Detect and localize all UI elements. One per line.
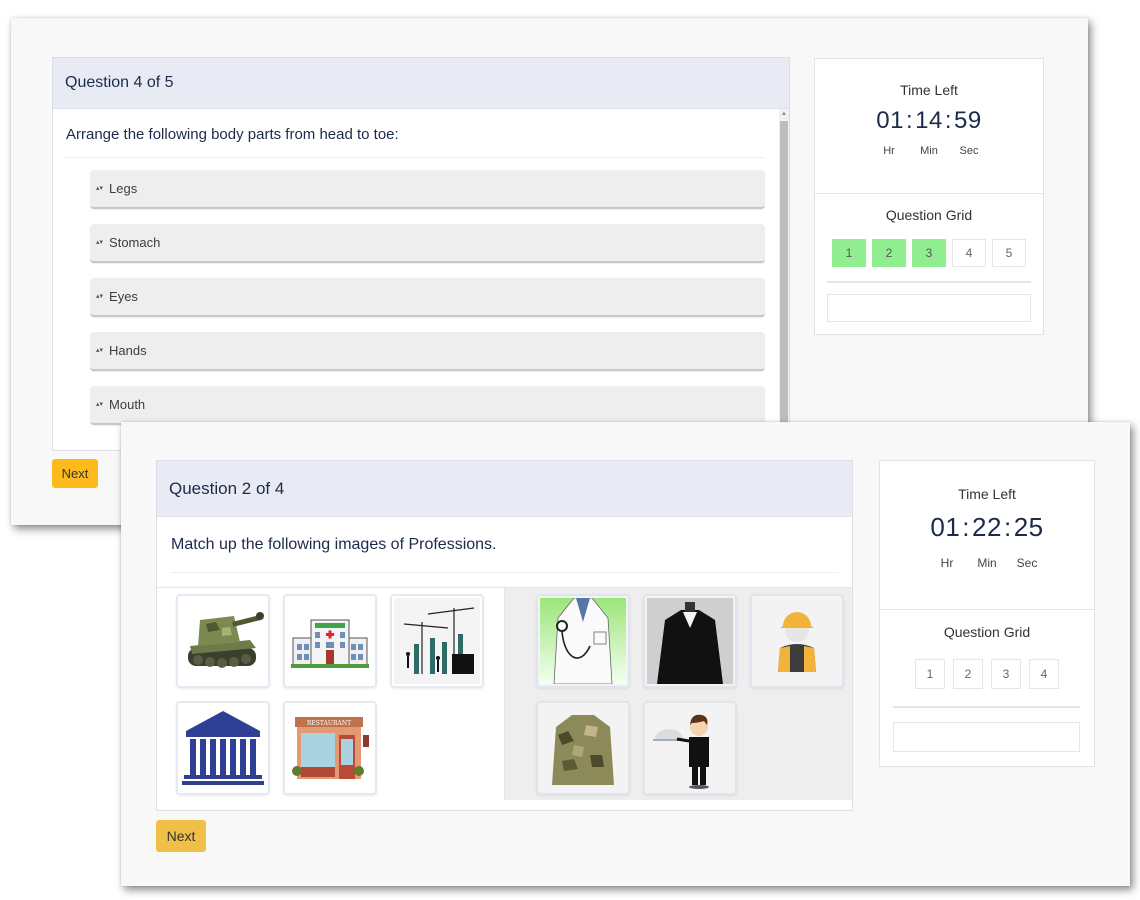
doctor-image[interactable] (536, 594, 630, 688)
timer-minutes: 22 (972, 512, 1002, 542)
question-grid-cell[interactable]: 3 (912, 239, 946, 267)
timer-hours: 01 (930, 512, 961, 542)
timer-seconds: 25 (1013, 512, 1044, 542)
divider (893, 706, 1080, 708)
timer-unit-seconds: Sec (1016, 556, 1038, 570)
timer-separator: : (962, 512, 971, 542)
match-right-column (505, 588, 852, 800)
sortable-item[interactable]: ▴▾ Stomach (90, 224, 765, 263)
question-grid-cells: 1234 (880, 659, 1094, 689)
construction-image[interactable] (390, 594, 484, 688)
timer-unit-minutes: Min (920, 145, 938, 157)
timer-separator: : (905, 107, 914, 134)
sort-handle-icon: ▴▾ (96, 239, 104, 246)
sortable-item[interactable]: ▴▾ Eyes (90, 278, 765, 317)
timer-digits: 01:14:59 (815, 107, 1043, 135)
restaurant-image[interactable]: RESTAURANT (283, 701, 377, 795)
next-button[interactable]: Next (156, 820, 206, 852)
courthouse-image[interactable] (176, 701, 270, 795)
side-panel: Time Left 01:14:59 Hr Min Sec Question G… (814, 58, 1044, 335)
lawyer-robe-icon (647, 598, 733, 684)
question-grid-cell[interactable]: 5 (992, 239, 1026, 267)
scroll-up-arrow-icon[interactable]: ▲ (779, 109, 789, 119)
tank-image[interactable] (176, 594, 270, 688)
waiter-icon (653, 714, 709, 789)
sortable-item[interactable]: ▴▾ Hands (90, 332, 765, 371)
construction-worker-image[interactable] (750, 594, 844, 688)
sortable-item[interactable]: ▴▾ Legs (90, 170, 765, 209)
quiz-window-matching: Question 2 of 4 Match up the following i… (121, 422, 1130, 886)
construction-worker-icon (778, 612, 816, 672)
question-text: Arrange the following body parts from he… (66, 126, 399, 143)
divider (827, 281, 1031, 283)
sortable-item-label: Stomach (109, 235, 161, 250)
question-grid-cell[interactable]: 4 (1029, 659, 1059, 689)
sort-handle-icon: ▴▾ (96, 401, 104, 408)
scrollbar[interactable]: ▲ (779, 109, 789, 450)
construction-icon (394, 598, 480, 684)
sortable-item-label: Hands (109, 343, 147, 358)
question-grid-input[interactable] (893, 722, 1080, 752)
sortable-item-label: Eyes (109, 289, 138, 304)
question-header: Question 4 of 5 (53, 58, 789, 109)
match-area: RESTAURANT (157, 587, 852, 800)
question-grid-cell[interactable]: 3 (991, 659, 1021, 689)
timer-unit-minutes: Min (977, 556, 997, 570)
question-grid: Question Grid 1234 (880, 610, 1094, 752)
sortable-item-label: Legs (109, 181, 138, 196)
military-jacket-image[interactable] (536, 701, 630, 795)
courthouse-icon (182, 711, 264, 785)
question-grid: Question Grid 12345 (815, 194, 1043, 322)
question-panel: Question 4 of 5 Arrange the following bo… (52, 57, 790, 451)
sort-handle-icon: ▴▾ (96, 293, 104, 300)
question-header: Question 2 of 4 (157, 461, 852, 517)
military-jacket-icon (552, 715, 614, 785)
divider (170, 572, 839, 573)
timer-minutes: 14 (915, 107, 943, 134)
hospital-image[interactable] (283, 594, 377, 688)
timer-title: Time Left (958, 486, 1016, 502)
restaurant-icon: RESTAURANT (292, 717, 369, 779)
svg-text:RESTAURANT: RESTAURANT (307, 720, 351, 727)
waiter-image[interactable] (643, 701, 737, 795)
side-panel: Time Left 01:22:25 Hr Min Sec Question G… (879, 460, 1095, 767)
question-panel: Question 2 of 4 Match up the following i… (156, 460, 853, 811)
sortable-list: ▴▾ Legs ▴▾ Stomach ▴▾ Eyes ▴▾ Hands ▴▾ M… (65, 158, 765, 425)
question-grid-cell[interactable]: 1 (832, 239, 866, 267)
question-grid-title: Question Grid (943, 624, 1031, 640)
hospital-icon (291, 619, 369, 668)
next-button[interactable]: Next (52, 459, 98, 488)
question-text: Match up the following images of Profess… (171, 536, 497, 553)
timer-unit-hours: Hr (883, 145, 895, 157)
doctor-icon (540, 598, 626, 684)
sortable-item-label: Mouth (109, 397, 146, 412)
question-grid-cell[interactable]: 1 (915, 659, 945, 689)
timer-hours: 01 (876, 107, 904, 134)
timer-units: Hr Min Sec (815, 145, 1043, 157)
timer-seconds: 59 (954, 107, 982, 134)
timer-digits: 01:22:25 (880, 512, 1094, 543)
question-grid-title: Question Grid (885, 207, 973, 223)
timer-title: Time Left (900, 82, 958, 98)
tank-icon (188, 612, 264, 668)
timer-unit-hours: Hr (940, 556, 954, 570)
timer: Time Left 01:22:25 Hr Min Sec (880, 461, 1094, 610)
question-grid-cell[interactable]: 2 (872, 239, 906, 267)
match-left-column: RESTAURANT (157, 588, 505, 800)
timer-separator: : (944, 107, 953, 134)
question-grid-input[interactable] (827, 294, 1031, 322)
question-grid-cell[interactable]: 2 (953, 659, 983, 689)
timer-separator: : (1003, 512, 1012, 542)
timer-unit-seconds: Sec (959, 145, 979, 157)
scrollbar-thumb[interactable] (780, 121, 788, 450)
timer-units: Hr Min Sec (880, 556, 1094, 570)
sortable-item[interactable]: ▴▾ Mouth (90, 386, 765, 425)
sort-handle-icon: ▴▾ (96, 347, 104, 354)
lawyer-robe-image[interactable] (643, 594, 737, 688)
question-grid-cell[interactable]: 4 (952, 239, 986, 267)
question-body: Arrange the following body parts from he… (53, 109, 789, 450)
timer: Time Left 01:14:59 Hr Min Sec (815, 59, 1043, 194)
sort-handle-icon: ▴▾ (96, 185, 104, 192)
question-grid-cells: 12345 (815, 239, 1043, 267)
